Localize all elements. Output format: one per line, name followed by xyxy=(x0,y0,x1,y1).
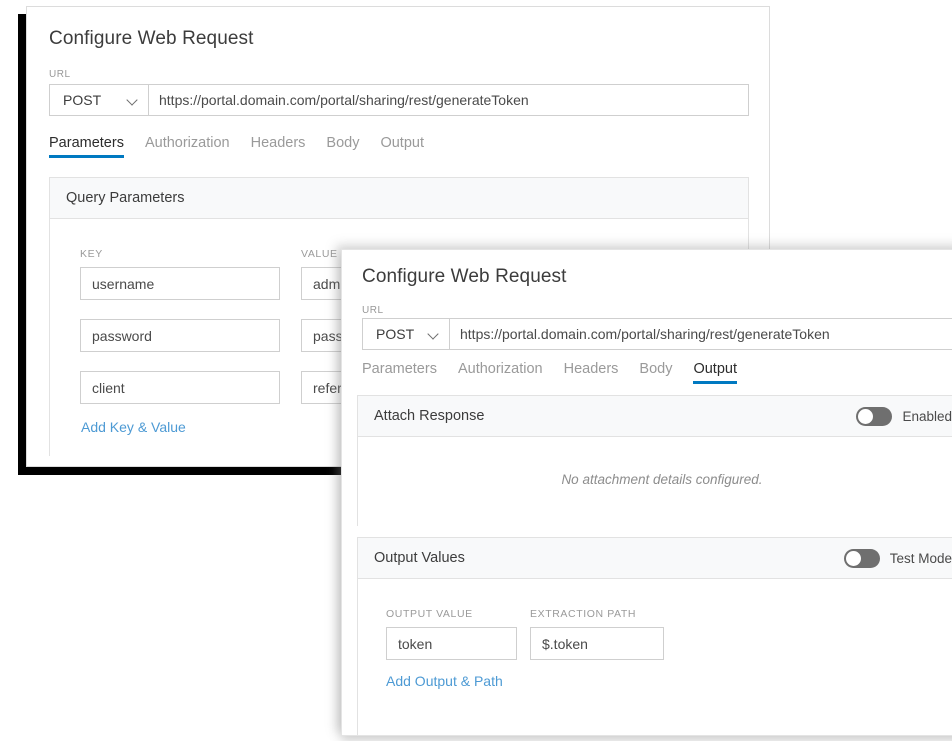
toggle-knob xyxy=(858,409,873,424)
toggle-switch-off-icon xyxy=(844,549,880,568)
front-url-input[interactable]: https://portal.domain.com/portal/sharing… xyxy=(450,318,952,350)
column-header-key: KEY xyxy=(80,248,103,260)
toggle-switch-off-icon xyxy=(856,407,892,426)
chevron-down-icon xyxy=(429,329,440,340)
front-dialog-tabs: Parameters Authorization Headers Body Ou… xyxy=(362,361,737,384)
param-key-input[interactable]: password xyxy=(80,319,280,352)
attach-response-toggle[interactable]: Enabled xyxy=(856,407,952,426)
tab-headers[interactable]: Headers xyxy=(251,135,306,158)
test-mode-toggle[interactable]: Test Mode xyxy=(844,549,952,568)
back-url-label: URL xyxy=(49,69,71,80)
attach-response-empty-message: No attachment details configured. xyxy=(358,472,952,487)
param-key-input[interactable]: client xyxy=(80,371,280,404)
add-output-path-link[interactable]: Add Output & Path xyxy=(386,673,503,689)
back-method-value: POST xyxy=(63,92,101,108)
attach-response-title: Attach Response xyxy=(374,408,484,424)
column-header-value: VALUE xyxy=(301,248,338,260)
tab-parameters[interactable]: Parameters xyxy=(362,361,437,384)
tab-body[interactable]: Body xyxy=(326,135,359,158)
back-url-row: POST https://portal.domain.com/portal/sh… xyxy=(49,84,749,116)
tab-body[interactable]: Body xyxy=(639,361,672,384)
front-dialog-body: Configure Web Request URL POST https://p… xyxy=(342,250,952,735)
tab-output[interactable]: Output xyxy=(380,135,424,158)
back-dialog-title: Configure Web Request xyxy=(49,28,254,50)
toggle-knob xyxy=(846,551,861,566)
test-mode-toggle-label: Test Mode xyxy=(890,551,952,566)
output-values-panel: Output Values Test Mode OUTPUT VALUE EXT… xyxy=(357,537,952,735)
front-method-value: POST xyxy=(376,326,414,342)
tab-headers[interactable]: Headers xyxy=(564,361,619,384)
output-values-body: OUTPUT VALUE EXTRACTION PATH token $.tok… xyxy=(358,579,952,735)
add-key-value-link[interactable]: Add Key & Value xyxy=(81,419,186,435)
tab-authorization[interactable]: Authorization xyxy=(458,361,543,384)
back-dialog-tabs: Parameters Authorization Headers Body Ou… xyxy=(49,135,424,158)
front-url-label: URL xyxy=(362,305,384,316)
attach-response-panel: Attach Response Enabled No attachment de… xyxy=(357,395,952,526)
output-values-header: Output Values Test Mode xyxy=(358,538,952,579)
front-dialog-title: Configure Web Request xyxy=(362,266,567,288)
param-key-input[interactable]: username xyxy=(80,267,280,300)
chevron-down-icon xyxy=(128,95,139,106)
front-url-row: POST https://portal.domain.com/portal/sh… xyxy=(362,318,952,350)
back-method-select[interactable]: POST xyxy=(49,84,149,116)
tab-output[interactable]: Output xyxy=(693,361,737,384)
extraction-path-input[interactable]: $.token xyxy=(530,627,664,660)
attach-response-header: Attach Response Enabled xyxy=(358,396,952,437)
query-parameters-header: Query Parameters xyxy=(50,178,748,219)
back-url-input[interactable]: https://portal.domain.com/portal/sharing… xyxy=(149,84,749,116)
front-method-select[interactable]: POST xyxy=(362,318,450,350)
tab-authorization[interactable]: Authorization xyxy=(145,135,230,158)
front-configure-web-request-dialog: Configure Web Request URL POST https://p… xyxy=(341,249,952,736)
column-header-output-value: OUTPUT VALUE xyxy=(386,608,473,620)
output-value-input[interactable]: token xyxy=(386,627,517,660)
attach-response-body: No attachment details configured. xyxy=(358,437,952,526)
query-parameters-title: Query Parameters xyxy=(66,190,184,206)
attach-response-toggle-label: Enabled xyxy=(902,409,952,424)
column-header-extraction-path: EXTRACTION PATH xyxy=(530,608,636,620)
output-values-title: Output Values xyxy=(374,550,465,566)
tab-parameters[interactable]: Parameters xyxy=(49,135,124,158)
